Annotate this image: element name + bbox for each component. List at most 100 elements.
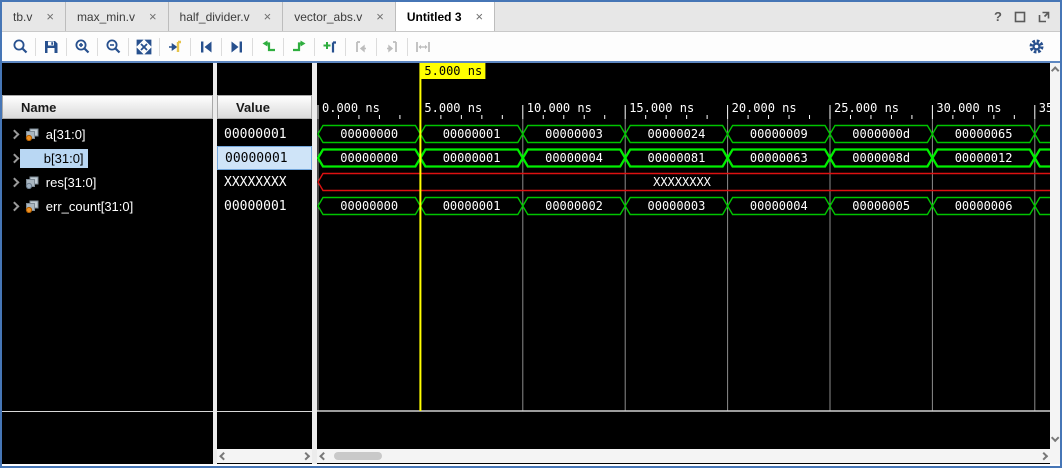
ruler-label: 10.000 ns (527, 101, 592, 115)
gear-icon (1028, 38, 1045, 55)
wave-horizontal-scrollbar[interactable] (317, 449, 1050, 463)
ruler-label: 25.000 ns (834, 101, 899, 115)
wave-bus-value: 00000024 (648, 127, 706, 141)
tab-close-icon[interactable]: × (476, 9, 484, 24)
signal-row-b[interactable]: b[31:0] (2, 146, 213, 170)
search-button[interactable] (8, 35, 32, 59)
wave-bus-value: 00000009 (750, 127, 808, 141)
zoom-in-icon (74, 38, 91, 55)
wave-bus-value: 00000081 (648, 151, 706, 165)
scroll-right-icon[interactable] (1039, 451, 1048, 460)
zoom-to-cursor-button[interactable] (163, 35, 187, 59)
tab-bar-tabs: tb.v×max_min.v×half_divider.v×vector_abs… (2, 2, 495, 31)
help-icon[interactable]: ? (994, 9, 1002, 24)
next-transition-button[interactable] (287, 35, 311, 59)
prev-transition-icon (260, 39, 277, 54)
wave-bus-segment (1035, 150, 1050, 167)
wave-bus-value: 00000002 (545, 199, 603, 213)
zoom-out-button[interactable] (101, 35, 125, 59)
signal-row-a[interactable]: a[31:0] (2, 122, 213, 146)
wave-bus-value: 0000000d (852, 127, 910, 141)
zoom-fit-button[interactable] (132, 35, 156, 59)
toolbar-separator (159, 38, 160, 56)
panel-bottom-separator (217, 411, 312, 412)
signal-name-label: err_count[31:0] (42, 197, 137, 216)
tab-half-divider-v[interactable]: half_divider.v × (169, 2, 284, 31)
wave-plot-panel: 0.000 ns5.000 ns10.000 ns15.000 ns20.000… (317, 63, 1050, 464)
signal-value-a[interactable]: 00000001 (217, 122, 312, 146)
signal-value-res[interactable]: XXXXXXXX (217, 170, 312, 194)
value-column-header[interactable]: Value (217, 95, 312, 119)
wave-plot: 0.000 ns5.000 ns10.000 ns15.000 ns20.000… (317, 63, 1050, 464)
name-column-header[interactable]: Name (2, 95, 213, 119)
ruler-label: 20.000 ns (732, 101, 797, 115)
signal-row-err_count[interactable]: err_count[31:0] (2, 194, 213, 218)
ruler-label: 5.000 ns (424, 101, 482, 115)
bus-icon (25, 200, 40, 213)
tab-close-icon[interactable]: × (46, 9, 54, 24)
wave-bus-segment (1035, 126, 1050, 143)
expand-chevron-icon[interactable] (10, 129, 20, 139)
tab-untitled-3[interactable]: Untitled 3 × (396, 2, 495, 31)
ruler-label: 30.000 ns (936, 101, 1001, 115)
go-to-end-button[interactable] (225, 35, 249, 59)
float-icon[interactable] (1014, 11, 1026, 23)
wave-bus-value: 00000000 (340, 127, 398, 141)
signal-value-err_count[interactable]: 00000001 (217, 194, 312, 218)
window-controls: ? (994, 2, 1060, 31)
maximize-icon[interactable] (1038, 11, 1050, 23)
expand-chevron-icon[interactable] (10, 201, 20, 211)
bus-icon (25, 176, 40, 189)
tab-close-icon[interactable]: × (149, 9, 157, 24)
bus-icon (25, 128, 40, 141)
cursor-time-label: 5.000 ns (424, 64, 482, 78)
tab-max-min-v[interactable]: max_min.v× (66, 2, 169, 31)
tab-label: half_divider.v (180, 10, 250, 24)
wave-bus-value: 0000008d (852, 151, 910, 165)
scroll-left-icon[interactable] (219, 451, 228, 460)
tab-label: vector_abs.v (294, 10, 362, 24)
tab-close-icon[interactable]: × (264, 9, 272, 24)
signal-row-res[interactable]: res[31:0] (2, 170, 213, 194)
signal-values-panel: Value 0000000100000001XXXXXXXX00000001 (217, 63, 312, 464)
toolbar-right (1024, 35, 1060, 59)
go-end-icon (229, 39, 245, 55)
add-marker-icon (322, 39, 338, 55)
tab-tb-v[interactable]: tb.v× (2, 2, 66, 31)
tab-bar: tb.v×max_min.v×half_divider.v×vector_abs… (2, 2, 1060, 32)
settings-button[interactable] (1024, 35, 1048, 59)
scroll-up-icon[interactable] (1051, 66, 1060, 75)
zoom-cursor-icon (167, 39, 183, 55)
signal-name-label: a[31:0] (42, 125, 90, 144)
add-marker-button[interactable] (318, 35, 342, 59)
expand-chevron-icon[interactable] (10, 153, 20, 163)
scroll-right-icon[interactable] (301, 451, 310, 460)
wave-unknown-value: XXXXXXXX (653, 175, 712, 189)
toolbar-separator (252, 38, 253, 56)
values-horizontal-scrollbar[interactable] (217, 449, 312, 463)
go-to-start-button[interactable] (194, 35, 218, 59)
scroll-left-icon[interactable] (319, 451, 328, 460)
wave-bus-value: 00000000 (340, 199, 398, 213)
wave-bus-value: 00000012 (955, 151, 1013, 165)
toolbar-buttons (2, 35, 435, 59)
expand-chevron-icon[interactable] (10, 177, 20, 187)
save-waveform-button[interactable] (39, 35, 63, 59)
scroll-down-icon[interactable] (1051, 434, 1060, 443)
toolbar-separator (407, 38, 408, 56)
tab-vector-abs-v[interactable]: vector_abs.v × (283, 2, 396, 31)
wave-vertical-scrollbar[interactable] (1050, 63, 1060, 464)
toolbar-separator (283, 38, 284, 56)
signal-value-rows: 0000000100000001XXXXXXXX00000001 (217, 122, 312, 218)
tab-close-icon[interactable]: × (376, 9, 384, 24)
value-column-header-label: Value (236, 100, 270, 115)
zoom-in-button[interactable] (70, 35, 94, 59)
tab-label: Untitled 3 (407, 10, 462, 24)
signal-value-b[interactable]: 00000001 (217, 146, 312, 170)
wave-scrollbar-thumb[interactable] (334, 452, 382, 460)
next-marker-button (380, 35, 404, 59)
search-icon (12, 38, 29, 55)
previous-transition-button[interactable] (256, 35, 280, 59)
next-transition-icon (291, 39, 308, 54)
save-icon (43, 39, 59, 55)
